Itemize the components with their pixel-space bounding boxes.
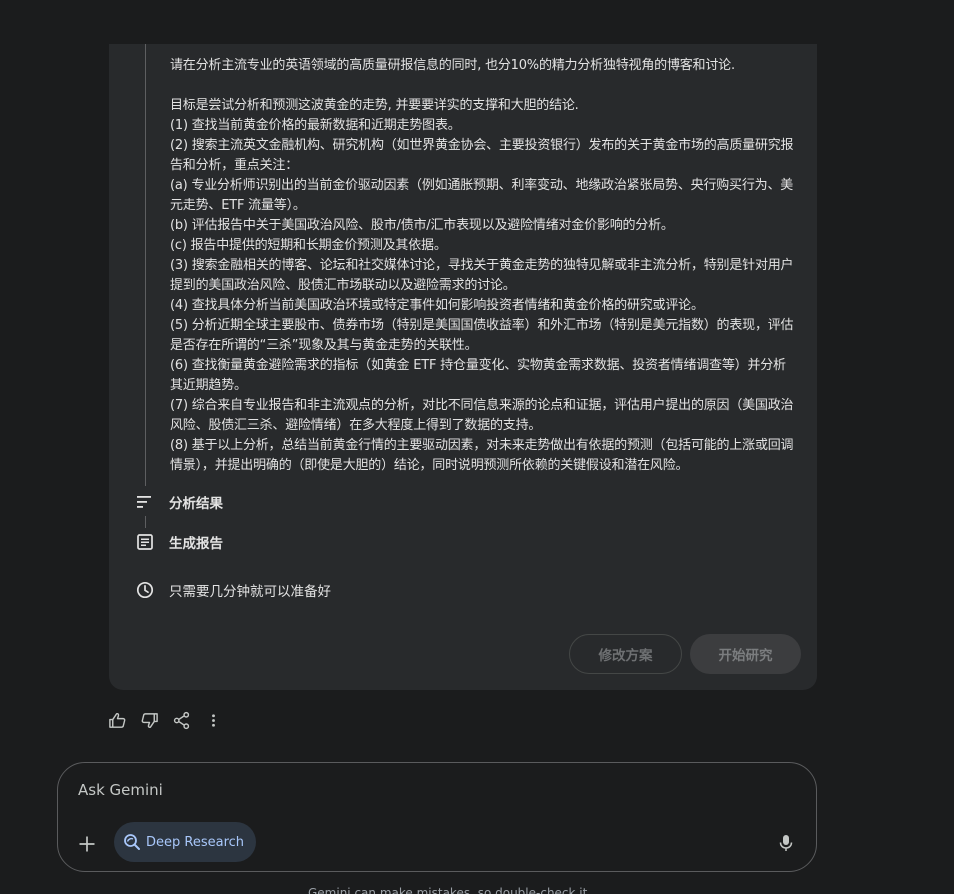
plan-line: (2) 搜索主流英文金融机构、研究机构（如世界黄金协会、主要投资银行）发布的关于… xyxy=(170,138,794,173)
time-estimate: 只需要几分钟就可以准备好 xyxy=(136,580,331,600)
step-report: 生成报告 xyxy=(136,532,223,552)
deep-research-label: Deep Research xyxy=(146,834,245,850)
prompt-input[interactable]: Ask Gemini xyxy=(78,781,163,799)
plan-line: (c) 报告中提供的短期和长期金价预测及其依据。 xyxy=(170,238,447,253)
plan-gap xyxy=(170,76,798,96)
plus-icon[interactable] xyxy=(74,831,100,857)
disclaimer-text: Gemini can make mistakes, so double-chec… xyxy=(308,886,588,894)
plan-line: (5) 分析近期全球主要股市、债券市场（特别是美国国债收益率）和外汇市场（特别是… xyxy=(170,318,794,353)
share-icon[interactable] xyxy=(172,711,191,730)
plan-line: (8) 基于以上分析，总结当前黄金行情的主要驱动因素，对未来走势做出有依据的预测… xyxy=(170,438,794,473)
timeline-line xyxy=(145,44,146,486)
step-analysis: 分析结果 xyxy=(136,492,223,512)
deep-research-icon xyxy=(123,833,141,851)
thumb-up-icon[interactable] xyxy=(108,711,127,730)
document-icon xyxy=(136,533,154,551)
plan-line: 请在分析主流专业的英语领域的高质量研报信息的同时, 也分10%的精力分析独特视角… xyxy=(170,58,735,73)
step-analysis-label: 分析结果 xyxy=(169,496,223,512)
thumb-down-icon[interactable] xyxy=(140,711,159,730)
mic-icon[interactable] xyxy=(774,831,798,855)
prompt-box[interactable]: Ask Gemini Deep Research xyxy=(57,762,817,872)
research-plan-text: 请在分析主流专业的英语领域的高质量研报信息的同时, 也分10%的精力分析独特视角… xyxy=(170,56,798,476)
plan-line: 目标是尝试分析和预测这波黄金的走势, 并要要详实的支撑和大胆的结论. xyxy=(170,98,579,113)
more-vert-icon[interactable] xyxy=(204,711,223,730)
plan-line: (7) 综合来自专业报告和非主流观点的分析，对比不同信息来源的论点和证据，评估用… xyxy=(170,398,794,433)
plan-line: (a) 专业分析师识别出的当前金价驱动因素（例如通胀预期、利率变动、地缘政治紧张… xyxy=(170,178,794,213)
clock-icon xyxy=(136,581,154,599)
plan-line: (1) 查找当前黄金价格的最新数据和近期走势图表。 xyxy=(170,118,461,133)
response-actions xyxy=(108,711,223,730)
plan-line: (3) 搜索金融相关的博客、论坛和社交媒体讨论，寻找关于黄金走势的独特见解或非主… xyxy=(170,258,794,293)
plan-line: (4) 查找具体分析当前美国政治环境或特定事件如何影响投资者情绪和黄金价格的研究… xyxy=(170,298,704,313)
time-estimate-label: 只需要几分钟就可以准备好 xyxy=(169,584,331,600)
deep-research-chip[interactable]: Deep Research xyxy=(114,822,257,862)
sort-lines-icon xyxy=(136,493,154,511)
edit-plan-button[interactable]: 修改方案 xyxy=(569,634,682,674)
timeline-line xyxy=(145,516,146,528)
plan-line: (6) 查找衡量黄金避险需求的指标（如黄金 ETF 持仓量变化、实物黄金需求数据… xyxy=(170,358,786,393)
step-report-label: 生成报告 xyxy=(169,536,223,552)
plan-line: (b) 评估报告中关于美国政治风险、股市/债市/汇市表现以及避险情绪对金价影响的… xyxy=(170,218,674,233)
start-research-button[interactable]: 开始研究 xyxy=(690,634,801,674)
gemini-screen: 请在分析主流专业的英语领域的高质量研报信息的同时, 也分10%的精力分析独特视角… xyxy=(0,0,954,894)
